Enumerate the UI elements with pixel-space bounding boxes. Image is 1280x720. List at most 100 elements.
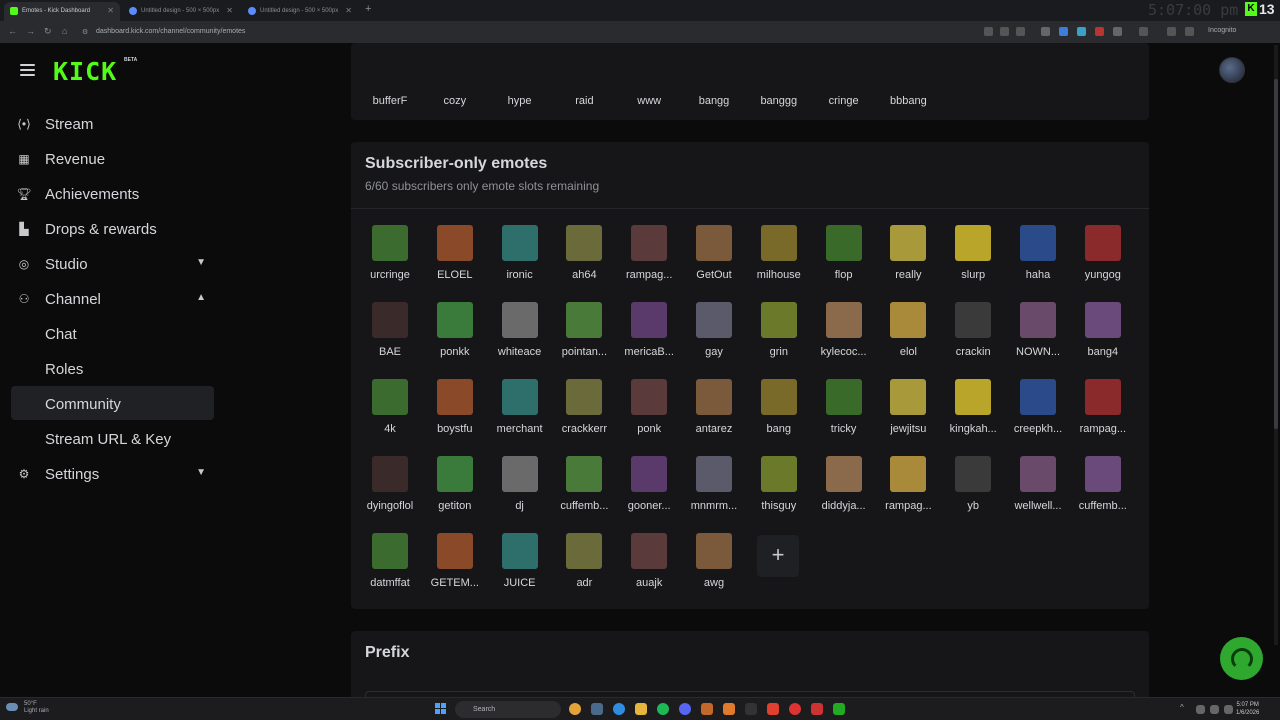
browser-tab-emotes[interactable]: Emotes - Kick Dashboard ✕ bbox=[4, 2, 120, 21]
brave-icon[interactable] bbox=[767, 703, 779, 715]
sidebar-item-achievements[interactable]: 🏆︎ Achievements bbox=[16, 180, 214, 208]
emote-item[interactable]: datmffat bbox=[357, 533, 423, 589]
emote-item[interactable]: ironic bbox=[487, 225, 553, 281]
emote-item[interactable]: cuffemb... bbox=[551, 456, 617, 512]
emote-item[interactable]: auajk bbox=[616, 533, 682, 589]
emote-item[interactable]: bang4 bbox=[1070, 302, 1136, 358]
edge-icon[interactable] bbox=[613, 703, 625, 715]
emote-item[interactable]: creepkh... bbox=[1005, 379, 1071, 435]
emote-item[interactable]: GetOut bbox=[681, 225, 747, 281]
emote-item[interactable]: JUICE bbox=[487, 533, 553, 589]
emote-item[interactable]: pointan... bbox=[551, 302, 617, 358]
emote-item[interactable]: dj bbox=[487, 456, 553, 512]
mic-icon[interactable] bbox=[1196, 705, 1205, 714]
close-tab-icon[interactable]: ✕ bbox=[226, 6, 233, 15]
sidebar-item-studio[interactable]: ◎ Studio ▼ bbox=[17, 250, 214, 278]
emote-item[interactable]: ah64 bbox=[551, 225, 617, 281]
emote-item[interactable]: mnmrm... bbox=[681, 456, 747, 512]
emote-item[interactable]: ponkk bbox=[422, 302, 488, 358]
emote-item[interactable]: ELOEL bbox=[422, 225, 488, 281]
emote-item[interactable]: crackkerr bbox=[551, 379, 617, 435]
sidebar-subitem-chat[interactable]: Chat bbox=[45, 326, 77, 343]
sidebar-subitem-stream-url-key[interactable]: Stream URL & Key bbox=[45, 431, 171, 448]
close-tab-icon[interactable]: ✕ bbox=[107, 6, 114, 15]
emote-item[interactable]: gay bbox=[681, 302, 747, 358]
emote-item[interactable]: jewjitsu bbox=[875, 379, 941, 435]
emote-item[interactable]: getiton bbox=[422, 456, 488, 512]
support-chat-button[interactable] bbox=[1220, 637, 1263, 680]
emote-item[interactable]: kingkah... bbox=[940, 379, 1006, 435]
zoom-icon[interactable] bbox=[984, 27, 993, 36]
extension-icon[interactable] bbox=[1077, 27, 1086, 36]
sidebar-item-settings[interactable]: ⚙ Settings ▼ bbox=[17, 460, 214, 488]
bookmark-star-icon[interactable] bbox=[1016, 27, 1025, 36]
user-avatar[interactable] bbox=[1219, 57, 1245, 83]
sidebar-subitem-roles[interactable]: Roles bbox=[45, 361, 83, 378]
emote-item[interactable]: BAE bbox=[357, 302, 423, 358]
emote-item[interactable]: tricky bbox=[811, 379, 877, 435]
eye-off-icon[interactable] bbox=[1000, 27, 1009, 36]
app-icon[interactable] bbox=[811, 703, 823, 715]
app-icon[interactable] bbox=[701, 703, 713, 715]
chrome-icon[interactable] bbox=[569, 703, 581, 715]
extension-icon[interactable] bbox=[1041, 27, 1050, 36]
browser-tab-design-1[interactable]: Untitled design - 500 × 500px ✕ bbox=[123, 2, 239, 21]
emote-item[interactable]: 4k bbox=[357, 379, 423, 435]
app-icon[interactable] bbox=[789, 703, 801, 715]
emote-item[interactable]: yungog bbox=[1070, 225, 1136, 281]
emote-item[interactable]: rampag... bbox=[1070, 379, 1136, 435]
task-view-icon[interactable] bbox=[591, 703, 603, 715]
app-icon[interactable] bbox=[833, 703, 845, 715]
emote-item[interactable]: really bbox=[875, 225, 941, 281]
browser-tab-design-2[interactable]: Untitled design - 500 × 500px ✕ bbox=[242, 2, 358, 21]
emote-item[interactable]: elol bbox=[875, 302, 941, 358]
emote-item[interactable]: merchant bbox=[487, 379, 553, 435]
emote-item[interactable]: urcringe bbox=[357, 225, 423, 281]
emote-item[interactable]: cuffemb... bbox=[1070, 456, 1136, 512]
back-icon[interactable]: ← bbox=[8, 26, 17, 36]
emote-item[interactable]: kylecoc... bbox=[811, 302, 877, 358]
emote-item[interactable]: grin bbox=[746, 302, 812, 358]
discord-icon[interactable] bbox=[679, 703, 691, 715]
emote-item[interactable]: NOWN... bbox=[1005, 302, 1071, 358]
sidebar-toggle-icon[interactable] bbox=[1139, 27, 1148, 36]
emote-item[interactable]: rampag... bbox=[875, 456, 941, 512]
emote-item[interactable]: adr bbox=[551, 533, 617, 589]
emote-item[interactable]: thisguy bbox=[746, 456, 812, 512]
file-explorer-icon[interactable] bbox=[635, 703, 647, 715]
emote-item[interactable]: dyingoflol bbox=[357, 456, 423, 512]
taskbar-search[interactable]: Search bbox=[455, 701, 561, 718]
weather-widget[interactable]: 50°F Light rain bbox=[6, 701, 49, 715]
emote-item[interactable]: slurp bbox=[940, 225, 1006, 281]
incognito-label[interactable]: Incognito bbox=[1208, 27, 1236, 34]
emote-item[interactable]: diddyja... bbox=[811, 456, 877, 512]
emote-item[interactable]: rampag... bbox=[616, 225, 682, 281]
tray-chevron-icon[interactable]: ^ bbox=[1180, 703, 1188, 715]
windows-start-icon[interactable] bbox=[435, 703, 446, 714]
emote-item[interactable]: GETEM... bbox=[422, 533, 488, 589]
emote-item[interactable]: milhouse bbox=[746, 225, 812, 281]
emote-item[interactable]: antarez bbox=[681, 379, 747, 435]
kick-logo[interactable]: KICK bbox=[53, 57, 117, 86]
extension-icon[interactable] bbox=[1095, 27, 1104, 36]
address-bar[interactable]: dashboard.kick.com/channel/community/emo… bbox=[96, 28, 245, 35]
emote-item[interactable]: wellwell... bbox=[1005, 456, 1071, 512]
emote-item[interactable]: bang bbox=[746, 379, 812, 435]
sidebar-item-revenue[interactable]: ▦ Revenue bbox=[17, 145, 214, 173]
reload-icon[interactable]: ↻ bbox=[44, 26, 52, 37]
scrollbar-thumb[interactable] bbox=[1274, 79, 1278, 429]
emote-item[interactable]: awg bbox=[681, 533, 747, 589]
extensions-puzzle-icon[interactable] bbox=[1113, 27, 1122, 36]
emote-item[interactable]: haha bbox=[1005, 225, 1071, 281]
emote-item[interactable]: flop bbox=[811, 225, 877, 281]
taskbar-clock[interactable]: 5:07 PM 1/6/2026 bbox=[1236, 701, 1259, 717]
extension-icon[interactable] bbox=[1059, 27, 1068, 36]
menu-icon[interactable] bbox=[20, 64, 35, 76]
sidebar-item-drops[interactable]: ▙ Drops & rewards bbox=[17, 215, 214, 243]
add-emote-button[interactable]: + bbox=[757, 535, 799, 577]
new-tab-button[interactable]: + bbox=[365, 3, 371, 15]
spotify-icon[interactable] bbox=[657, 703, 669, 715]
volume-icon[interactable] bbox=[1224, 705, 1233, 714]
sidebar-subitem-community[interactable]: Community bbox=[45, 396, 121, 413]
emote-item[interactable]: ponk bbox=[616, 379, 682, 435]
